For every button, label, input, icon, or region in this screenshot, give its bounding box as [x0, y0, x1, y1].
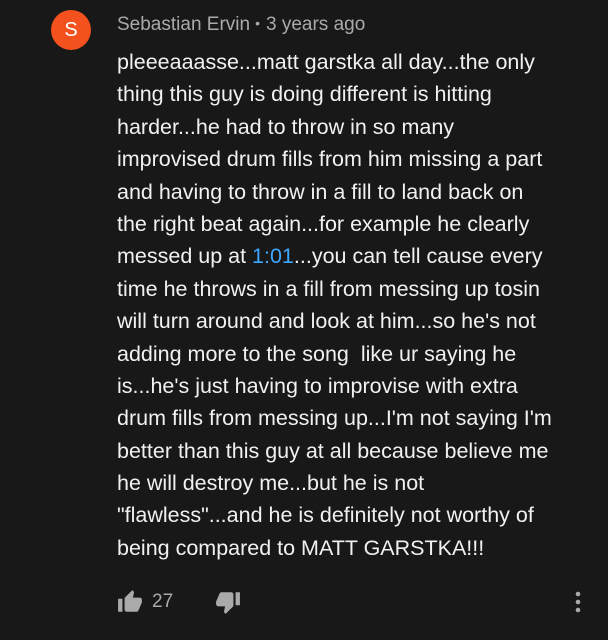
comment-line: and having to throw in a fill to land ba… — [117, 179, 524, 204]
comment-line: improvised drum fills from him missing a… — [117, 147, 543, 172]
comment-line: he will destroy me...but he is not — [117, 471, 425, 496]
comment-line: harder...he had to throw in so many — [117, 114, 455, 139]
comment-line-segment: messed up at — [117, 244, 253, 269]
thumbs-down-icon — [215, 589, 241, 615]
comment-line: better than this guy at all because beli… — [117, 438, 549, 463]
comment-line: "flawless"...and he is definitely not wo… — [117, 503, 534, 528]
more-vert-icon — [568, 588, 588, 616]
comment-line: will turn around and look at him...so he… — [117, 309, 536, 334]
comment-line: is...he's just having to improvise with … — [117, 373, 518, 398]
comment-line: pleeeaaasse...matt garstka all day...the… — [117, 50, 535, 74]
more-options-button[interactable] — [568, 588, 588, 616]
comment-line: adding more to the song like ur saying h… — [117, 341, 517, 366]
comment-header: Sebastian Ervin • 3 years ago — [117, 14, 365, 36]
meta-separator: • — [255, 15, 260, 31]
comment-line-segment: ...you can tell cause every — [293, 244, 543, 269]
comment-line: thing this guy is doing different is hit… — [117, 82, 492, 107]
comment-line: drum fills from messing up...I'm not say… — [117, 406, 552, 431]
comment-actions: 27 — [117, 588, 241, 616]
dislike-button[interactable] — [215, 589, 241, 615]
comment-line: time he throws in a fill from messing up… — [117, 276, 540, 301]
avatar-letter: S — [64, 19, 78, 41]
like-button[interactable]: 27 — [117, 589, 173, 615]
timestamp-link[interactable]: 1:01 — [252, 244, 294, 268]
author-name[interactable]: Sebastian Ervin — [117, 14, 250, 35]
comment-line: being compared to MATT GARSTKA!!! — [117, 535, 485, 560]
avatar[interactable]: S — [51, 10, 91, 50]
like-count: 27 — [152, 591, 174, 612]
comment-line: messed up at 1:01...you can tell cause e… — [117, 240, 587, 272]
comment-thread: S Sebastian Ervin • 3 years ago pleeeaaass… — [0, 0, 608, 640]
comment-text: pleeeaaasse...matt garstka all day...the… — [117, 46, 587, 564]
thumbs-up-icon — [117, 589, 143, 615]
comment-line: the right beat again...for example he cl… — [117, 211, 530, 236]
comment-time[interactable]: 3 years ago — [266, 14, 365, 35]
